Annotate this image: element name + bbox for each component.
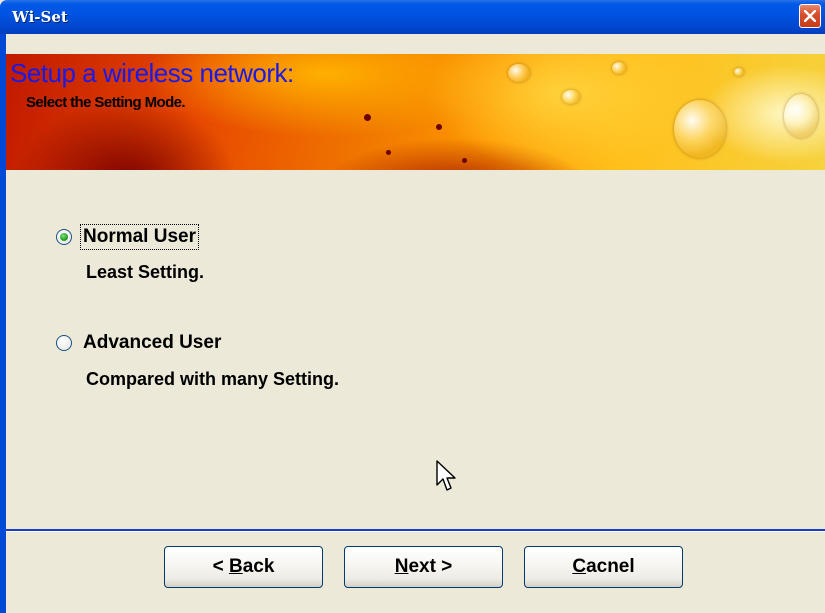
pollen-dot-decoration bbox=[462, 158, 467, 163]
option-advanced-user[interactable]: Advanced User bbox=[56, 331, 223, 355]
advanced-user-radio[interactable] bbox=[56, 335, 72, 351]
advanced-user-description: Compared with many Setting. bbox=[86, 369, 340, 389]
close-icon bbox=[804, 10, 816, 22]
mouse-cursor-icon bbox=[436, 460, 456, 491]
next-button-mnemonic: N bbox=[394, 556, 409, 577]
pollen-dot-decoration bbox=[386, 150, 391, 155]
water-drop-decoration bbox=[562, 90, 580, 104]
header-banner: Setup a wireless network: Select the Set… bbox=[6, 54, 825, 170]
next-button[interactable]: Next > bbox=[344, 546, 503, 588]
wizard-window: Wi-Set Setup a wireless network: Select … bbox=[0, 0, 825, 613]
normal-user-description: Least Setting. bbox=[86, 262, 205, 282]
water-drop-decoration bbox=[734, 68, 744, 76]
advanced-user-label[interactable]: Advanced User bbox=[81, 331, 223, 355]
water-drop-decoration bbox=[508, 64, 530, 82]
cancel-button-rest: acnel bbox=[586, 556, 635, 577]
footer-separator bbox=[6, 529, 825, 532]
banner-subtitle: Select the Setting Mode. bbox=[26, 94, 186, 111]
back-button[interactable]: < Back bbox=[164, 546, 323, 588]
water-drop-decoration bbox=[674, 100, 726, 158]
water-drop-decoration bbox=[784, 94, 818, 138]
back-button-mnemonic: B bbox=[228, 556, 243, 577]
back-button-rest: ack bbox=[242, 556, 275, 577]
close-button[interactable] bbox=[799, 4, 821, 28]
banner-title: Setup a wireless network: bbox=[10, 58, 294, 88]
back-button-prefix: < bbox=[212, 556, 229, 577]
window-title: Wi-Set bbox=[12, 8, 68, 26]
cancel-button-mnemonic: C bbox=[572, 556, 587, 577]
normal-user-radio[interactable] bbox=[56, 229, 72, 245]
normal-user-label[interactable]: Normal User bbox=[80, 224, 199, 250]
next-button-rest: ext > bbox=[408, 556, 453, 577]
pollen-dot-decoration bbox=[364, 114, 371, 121]
pollen-dot-decoration bbox=[436, 124, 442, 130]
option-normal-user[interactable]: Normal User bbox=[56, 224, 199, 250]
cancel-button[interactable]: Cacnel bbox=[524, 546, 683, 588]
title-bar[interactable]: Wi-Set bbox=[0, 0, 825, 34]
water-drop-decoration bbox=[612, 62, 626, 74]
